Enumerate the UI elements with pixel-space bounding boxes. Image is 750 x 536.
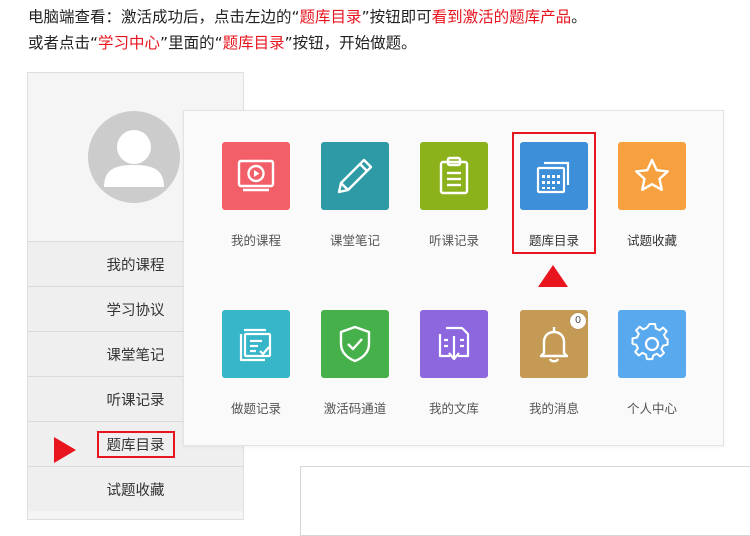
pointer-arrow-up: [538, 265, 568, 287]
tile-personal-center[interactable]: [618, 310, 686, 378]
sidebar-item-label: 题库目录: [96, 430, 175, 458]
tile-activation-code[interactable]: [321, 310, 389, 378]
tile-label: 我的文库: [428, 401, 479, 416]
tile-label: 课堂笔记: [329, 233, 380, 248]
gear-icon: [631, 323, 669, 361]
instruction-line-2: 或者点击“学习中心”里面的“题库目录”按钮，开始做题。: [28, 34, 417, 52]
sidebar-item-label: 试题收藏: [106, 482, 165, 499]
tile-label: 我的课程: [230, 233, 281, 248]
tile-label: 激活码通道: [323, 401, 387, 416]
sidebar-item-label: 学习协议: [106, 302, 165, 319]
star-icon: [635, 158, 669, 191]
message-count-badge: 0: [570, 313, 586, 329]
sidebar-item-label: 我的课程: [106, 257, 165, 274]
clipboard-icon: [439, 156, 469, 195]
shield-check-icon: [339, 325, 371, 363]
tile-exercise-records[interactable]: [222, 310, 290, 378]
tile-label: 听课记录: [428, 233, 479, 248]
tile-favorite-questions[interactable]: [618, 142, 686, 210]
instructions: 电脑端查看：激活成功后，点击左边的“题库目录”按钮即可看到激活的题库产品。 或者…: [28, 4, 748, 56]
sidebar-item-label: 听课记录: [106, 392, 165, 409]
tile-my-courses[interactable]: [222, 142, 290, 210]
pencil-icon: [337, 158, 373, 194]
tile-label: 试题收藏: [626, 233, 677, 248]
highlight-learning-center: 学习中心: [98, 34, 161, 52]
bell-icon: [539, 327, 569, 363]
highlight-question-bank-2: 题库目录: [222, 34, 285, 52]
document-download-icon: [438, 326, 470, 361]
learning-center-popup: 我的课程 课堂笔记 听课记录 题库目录 试题收藏 做题记录 激活码通道 我的文库…: [183, 110, 724, 446]
pointer-arrow-right: [54, 437, 76, 463]
tile-label: 个人中心: [626, 401, 677, 416]
sidebar-item-label: 课堂笔记: [106, 347, 165, 364]
avatar[interactable]: [88, 111, 180, 203]
tile-label: 做题记录: [230, 401, 281, 416]
tile-class-notes[interactable]: [321, 142, 389, 210]
instruction-line-1: 电脑端查看：激活成功后，点击左边的“题库目录”按钮即可看到激活的题库产品。: [28, 8, 587, 26]
exercise-record-icon: [239, 328, 272, 362]
sidebar-item-favorite-questions[interactable]: 试题收藏: [28, 466, 243, 511]
video-play-icon: [237, 159, 275, 192]
tile-my-library[interactable]: [420, 310, 488, 378]
highlight-activated-products: 看到激活的题库产品: [431, 8, 572, 26]
tile-listening-records[interactable]: [420, 142, 488, 210]
highlight-question-bank: 题库目录: [299, 8, 362, 26]
user-icon: [104, 130, 164, 187]
question-bank-highlight-box: [512, 132, 596, 254]
tile-label: 我的消息: [528, 401, 579, 416]
